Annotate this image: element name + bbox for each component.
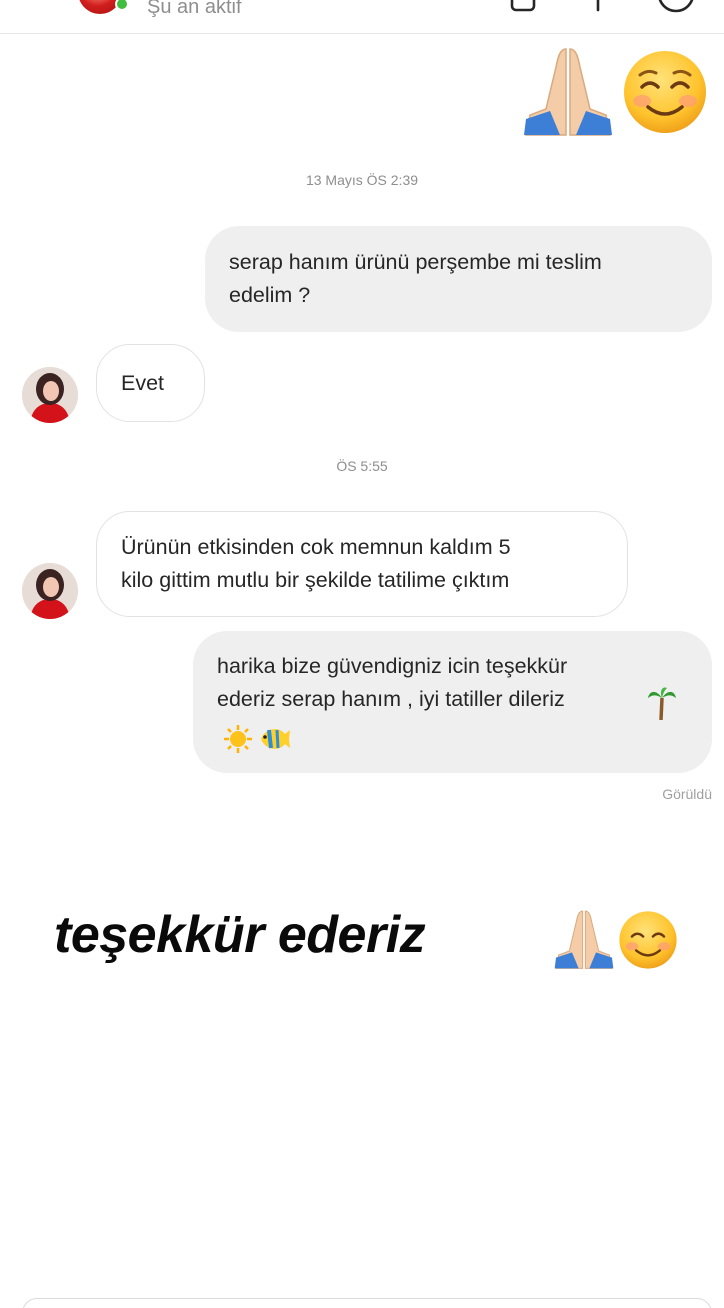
message-timestamp: 13 Mayıs ÖS 2:39 bbox=[305, 172, 419, 188]
back-arrow-icon[interactable] bbox=[22, 0, 44, 6]
direct-message-screen: Şu an aktif 13 Mayıs ÖS 2:39 serap hanım… bbox=[0, 0, 724, 1308]
info-icon[interactable] bbox=[656, 0, 696, 14]
sent-message-bubble[interactable]: harika bize güvendigniz icin teşekkür ed… bbox=[193, 631, 712, 773]
sent-emoji-message[interactable] bbox=[520, 45, 710, 137]
story-caption: teşekkür ederiz bbox=[54, 906, 426, 964]
message-text: Evet bbox=[121, 370, 165, 395]
video-call-icon[interactable] bbox=[510, 0, 544, 14]
chat-header: Şu an aktif bbox=[0, 0, 724, 34]
folded-hands-emoji bbox=[554, 910, 614, 969]
message-text: harika bize güvendigniz icin teşekkür ed… bbox=[217, 654, 568, 711]
avatar-photo bbox=[22, 563, 78, 619]
sent-message-bubble[interactable]: serap hanım ürünü perşembe mi teslim ede… bbox=[205, 226, 712, 332]
avatar-photo bbox=[22, 367, 78, 423]
sun-emoji bbox=[224, 725, 252, 753]
online-status-dot bbox=[115, 0, 129, 11]
message-text: serap hanım ürünü perşembe mi teslim ede… bbox=[229, 250, 602, 307]
smiling-face-emoji bbox=[624, 51, 706, 133]
contact-active-status: Şu an aktif bbox=[147, 0, 242, 18]
caption-emoji-group bbox=[552, 908, 682, 972]
message-timestamp: ÖS 5:55 bbox=[336, 458, 388, 474]
smiling-face-emoji bbox=[619, 911, 677, 969]
phone-call-icon[interactable] bbox=[584, 0, 614, 14]
tropical-fish-emoji bbox=[261, 729, 290, 749]
received-message-bubble[interactable]: Evet bbox=[96, 344, 205, 422]
seen-receipt: Görüldü bbox=[662, 786, 712, 802]
received-message-bubble[interactable]: Ürünün etkisinden cok memnun kaldım 5 ki… bbox=[96, 511, 628, 617]
message-composer[interactable] bbox=[22, 1298, 712, 1308]
sender-avatar[interactable] bbox=[22, 367, 78, 423]
palm-tree-emoji bbox=[648, 687, 676, 720]
sender-avatar[interactable] bbox=[22, 563, 78, 619]
folded-hands-emoji bbox=[524, 48, 612, 136]
message-text: Ürünün etkisinden cok memnun kaldım 5 ki… bbox=[121, 535, 511, 592]
